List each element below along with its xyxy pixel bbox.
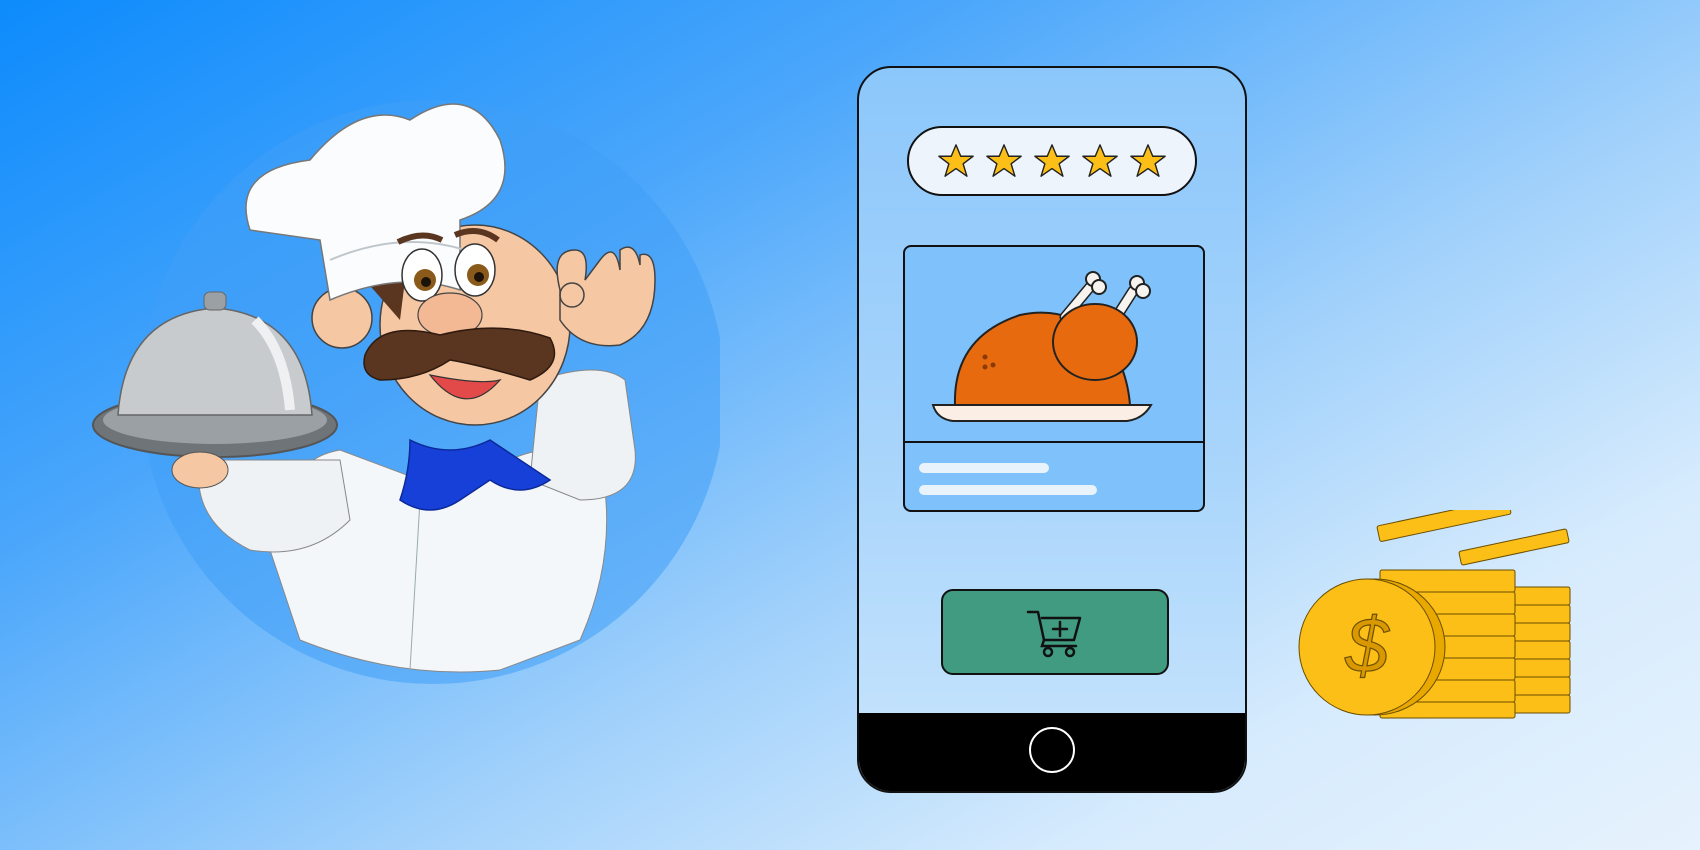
star-icon[interactable] [937,142,975,180]
product-description-placeholder [919,485,1097,495]
phone-mockup [857,66,1247,793]
home-button-icon[interactable] [1029,727,1075,773]
star-icon[interactable] [1129,142,1167,180]
chef-illustration [80,80,720,700]
add-to-cart-icon [1026,610,1082,658]
roast-chicken-icon [931,271,1153,422]
product-title-placeholder [919,463,1049,473]
phone-bottom-bar [859,713,1245,791]
star-icon[interactable] [985,142,1023,180]
star-icon[interactable] [1033,142,1071,180]
add-to-cart-button[interactable] [941,589,1169,675]
rating-stars [907,126,1197,196]
dollar-sign: $ [1344,601,1390,689]
phone-screen [857,66,1247,793]
coin-stack-illustration: $ [1295,510,1580,720]
star-icon[interactable] [1081,142,1119,180]
product-card[interactable] [903,245,1205,512]
product-image [905,247,1203,443]
dollar-coin-stack-icon: $ [1298,510,1571,719]
